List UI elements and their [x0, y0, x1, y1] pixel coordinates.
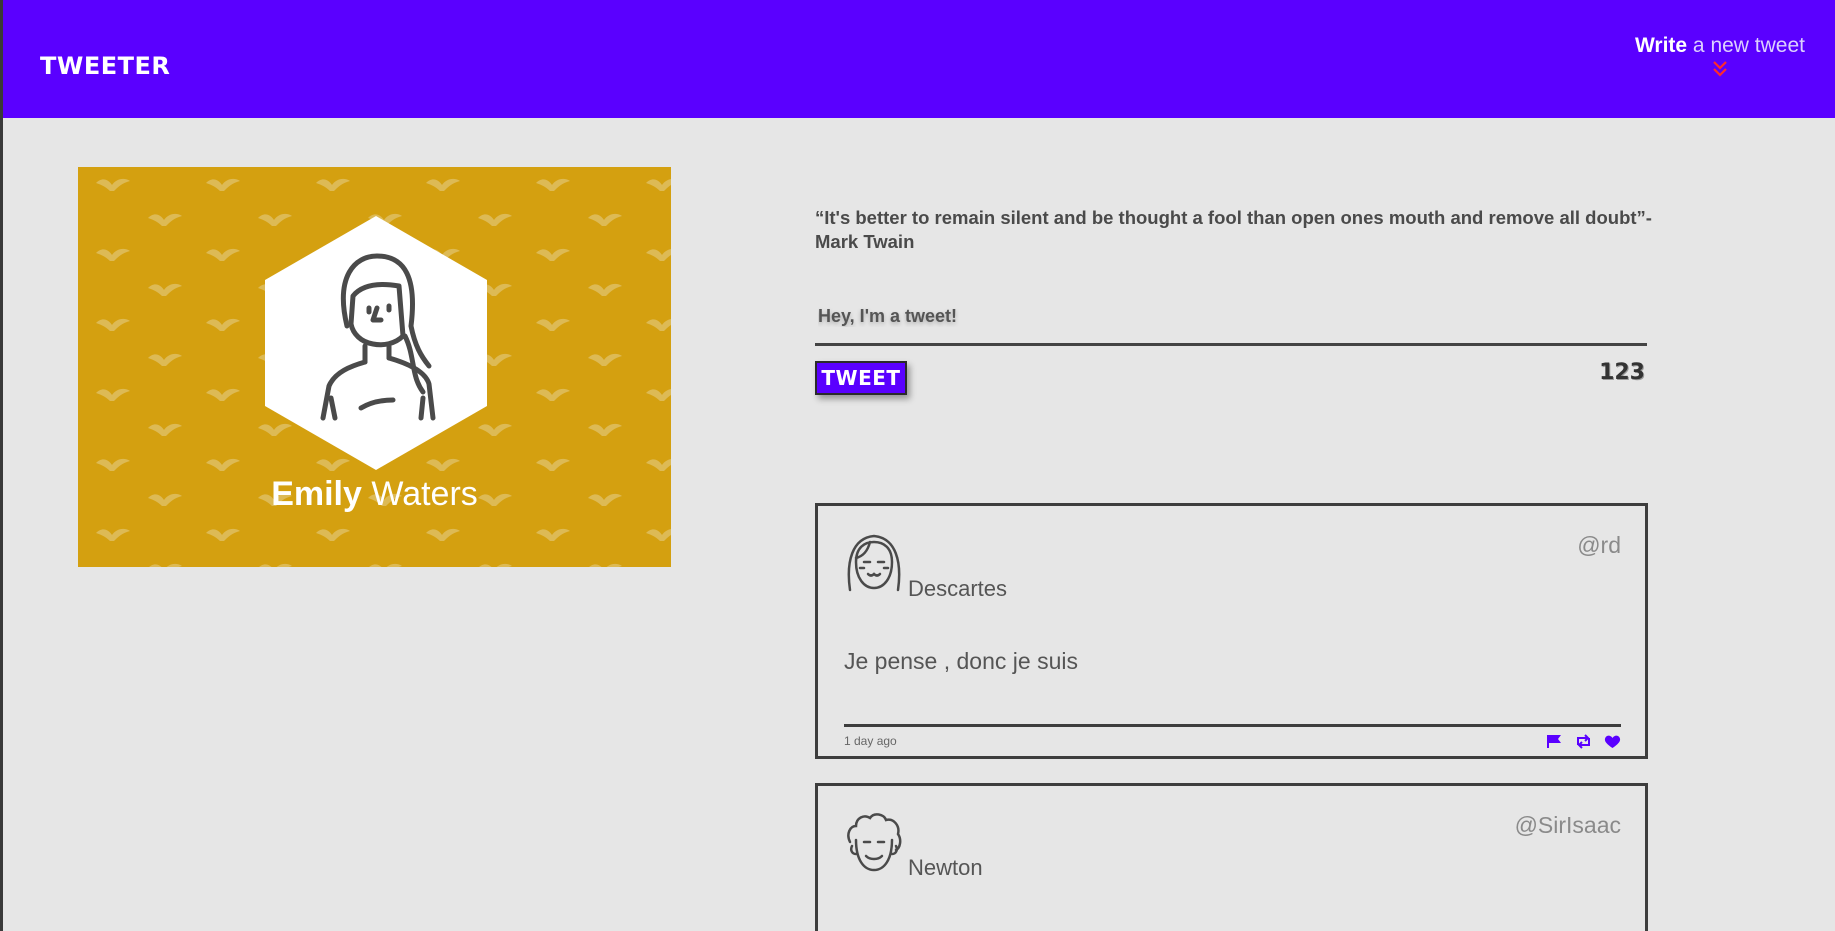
double-chevron-down-icon[interactable] [1709, 58, 1731, 80]
tweet-button[interactable]: TWEET [815, 361, 907, 395]
tweet-author-name: Newton [908, 855, 983, 880]
tweet-input[interactable] [815, 290, 1647, 346]
top-nav-bar: TWEETER Write a new tweet [3, 0, 1835, 118]
tweet-card: Descartes @rd Je pense , donc je suis 1 … [815, 503, 1648, 759]
character-counter: 123 [1599, 360, 1645, 385]
composer-quote: “It's better to remain silent and be tho… [815, 207, 1652, 252]
flag-icon[interactable] [1546, 734, 1563, 749]
profile-first-name: Emily [271, 475, 362, 513]
tweet-author-handle[interactable]: @rd [1577, 532, 1621, 559]
tweet-author-handle[interactable]: @SirIsaac [1515, 812, 1621, 839]
profile-last-name: Waters [361, 475, 478, 513]
app-logo[interactable]: TWEETER [40, 52, 170, 80]
tweet-divider [844, 724, 1621, 727]
tweet-text: Je pense , donc je suis [844, 648, 1078, 674]
curly-man-avatar-icon [847, 813, 902, 872]
profile-avatar [265, 216, 487, 470]
retweet-icon[interactable] [1575, 734, 1592, 749]
profile-card: Emily Waters [78, 167, 671, 567]
girl-avatar-icon [847, 534, 901, 592]
heart-icon[interactable] [1604, 734, 1621, 749]
tweet-author-name: Descartes [908, 576, 1008, 601]
profile-name: Emily Waters [78, 475, 671, 514]
tweet-card: Newton @SirIsaac [815, 783, 1648, 931]
write-new-tweet-toggle[interactable]: Write a new tweet [1635, 34, 1805, 80]
tweet-timestamp: 1 day ago [844, 734, 897, 748]
tweet-actions [1546, 734, 1621, 749]
compose-label: Write a new tweet [1634, 34, 1805, 57]
